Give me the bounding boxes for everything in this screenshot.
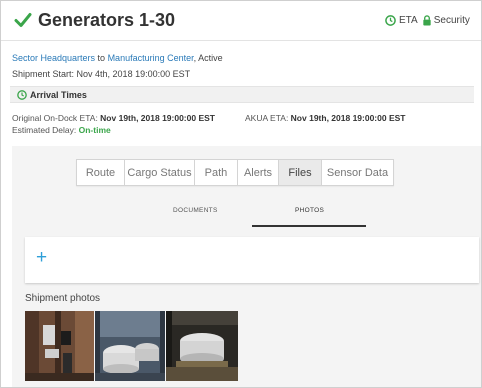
photo-thumbnail[interactable] xyxy=(166,311,238,381)
photo-thumbnail[interactable] xyxy=(95,311,165,381)
shipment-detail-page: Generators 1-30 ETA Security Sector Head… xyxy=(0,0,482,388)
check-icon xyxy=(14,13,32,27)
tab-route[interactable]: Route xyxy=(77,160,125,185)
header: Generators 1-30 ETA Security xyxy=(1,1,481,41)
delay-label: Estimated Delay: xyxy=(12,125,79,135)
status-indicators: ETA Security xyxy=(385,15,470,26)
arrival-times-title: Arrival Times xyxy=(30,90,87,100)
tab-path[interactable]: Path xyxy=(195,160,238,185)
active-subtab-indicator xyxy=(252,225,366,227)
origin-link[interactable]: Sector Headquarters xyxy=(12,53,95,63)
eta-label: ETA xyxy=(399,15,418,26)
original-eta: Original On-Dock ETA: Nov 19th, 2018 19:… xyxy=(12,113,215,123)
clock-icon xyxy=(385,15,396,26)
arrival-times-header: Arrival Times xyxy=(10,86,474,103)
original-eta-value: Nov 19th, 2018 19:00:00 EST xyxy=(100,113,215,123)
page-title: Generators 1-30 xyxy=(38,10,176,30)
akua-eta: AKUA ETA: Nov 19th, 2018 19:00:00 EST xyxy=(245,113,405,123)
tab-cargo-status[interactable]: Cargo Status xyxy=(125,160,195,185)
route-connector: to xyxy=(95,53,108,63)
akua-eta-value: Nov 19th, 2018 19:00:00 EST xyxy=(290,113,406,123)
original-eta-label: Original On-Dock ETA: xyxy=(12,113,101,123)
security-label: Security xyxy=(433,15,470,26)
tab-files[interactable]: Files xyxy=(279,160,322,185)
subtab-documents[interactable]: DOCUMENTS xyxy=(173,207,218,214)
akua-eta-label: AKUA ETA: xyxy=(245,113,291,123)
estimated-delay: Estimated Delay: On-time xyxy=(12,125,111,135)
shipment-start: Shipment Start: Nov 4th, 2018 19:00:00 E… xyxy=(12,69,191,79)
destination-link[interactable]: Manufacturing Center xyxy=(108,53,194,63)
delay-value: On-time xyxy=(78,125,111,135)
tab-alerts[interactable]: Alerts xyxy=(238,160,279,185)
clock-icon xyxy=(17,90,27,100)
tab-sensor-data[interactable]: Sensor Data xyxy=(322,160,393,185)
subtab-photos[interactable]: PHOTOS xyxy=(295,207,324,214)
plus-icon[interactable]: + xyxy=(36,248,47,268)
route-status: , Active xyxy=(193,53,223,63)
tab-bar: Route Cargo Status Path Alerts Files Sen… xyxy=(76,159,394,186)
route-summary: Sector Headquarters to Manufacturing Cen… xyxy=(12,53,223,63)
lock-icon xyxy=(423,15,431,26)
shipment-photos-label: Shipment photos xyxy=(25,293,101,304)
add-photo-card[interactable]: + xyxy=(25,237,479,283)
photo-thumbnail[interactable] xyxy=(25,311,94,381)
